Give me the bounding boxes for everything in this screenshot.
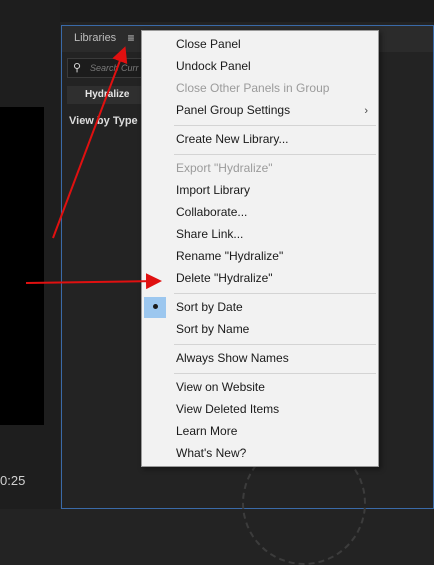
annotation-arrow-to-panel-menu [52, 46, 128, 239]
annotation-arrow-to-delete [25, 273, 162, 290]
annotation-arrows [25, 46, 162, 290]
